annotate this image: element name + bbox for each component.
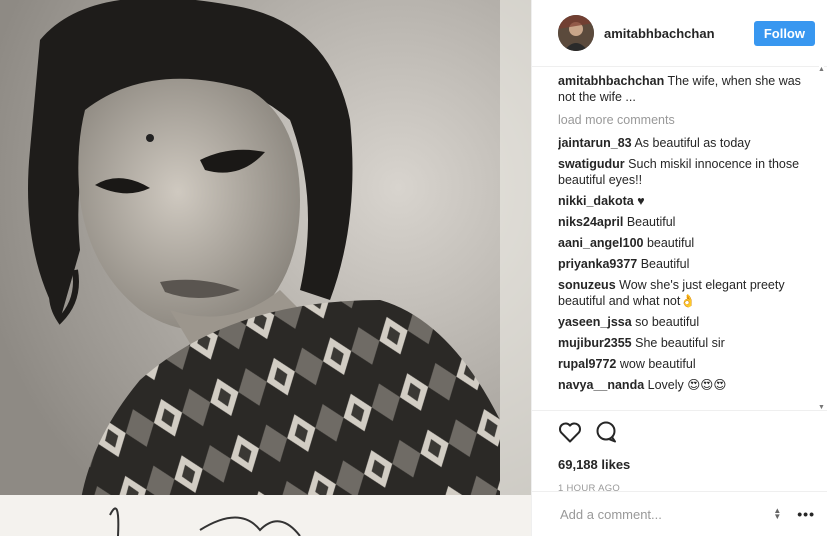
comment-icon[interactable] <box>594 421 618 445</box>
stepper-icon[interactable]: ▲ ▼ <box>771 507 783 521</box>
comment-username[interactable]: rupal9772 <box>558 357 616 371</box>
comment-username[interactable]: yaseen_jssa <box>558 315 632 329</box>
comment-text: Lovely 😍😍😍 <box>647 378 727 392</box>
comment-item: priyanka9377 Beautiful <box>558 256 809 272</box>
comment-username[interactable]: sonuzeus <box>558 278 616 292</box>
load-more-comments-link[interactable]: load more comments <box>558 112 809 128</box>
comment-text: She beautiful sir <box>635 336 725 350</box>
add-comment-input[interactable] <box>558 505 772 523</box>
comment-item: yaseen_jssa so beautiful <box>558 314 809 330</box>
caption: amitabhbachchan The wife, when she was n… <box>558 73 809 105</box>
comment-item: sonuzeus Wow she's just elegant preety b… <box>558 277 809 309</box>
comment-item: mujibur2355 She beautiful sir <box>558 335 809 351</box>
caption-username[interactable]: amitabhbachchan <box>558 74 664 88</box>
comment-username[interactable]: swatigudur <box>558 157 625 171</box>
more-options-icon[interactable]: ••• <box>797 506 815 522</box>
post-header: amitabhbachchan Follow <box>532 0 827 67</box>
comment-item: nikki_dakota ♥ <box>558 193 809 209</box>
avatar[interactable] <box>558 15 594 51</box>
comments-scrollbar[interactable]: ▲ ▼ <box>818 66 825 411</box>
comment-item: niks24april Beautiful <box>558 214 809 230</box>
heart-icon[interactable] <box>558 421 582 445</box>
comment-text: beautiful <box>646 236 695 250</box>
add-comment-bar: ▲▼ ••• <box>532 491 827 536</box>
comment-item: jaintarun_83 As beautiful as today <box>558 135 809 151</box>
actions-bar: 69,188 likes 1 HOUR AGO <box>532 410 827 494</box>
comment-username[interactable]: mujibur2355 <box>558 336 632 350</box>
comment-text: wow beautiful <box>619 357 696 371</box>
comment-username[interactable]: nikki_dakota <box>558 194 634 208</box>
header-username[interactable]: amitabhbachchan <box>604 26 754 41</box>
comment-text: ♥ <box>637 194 645 208</box>
comment-item: rupal9772 wow beautiful <box>558 356 809 372</box>
vintage-portrait-image <box>0 0 531 536</box>
comment-item: navya__nanda Lovely 😍😍😍 <box>558 377 809 393</box>
comment-text: Beautiful <box>640 257 690 271</box>
comment-username[interactable]: navya__nanda <box>558 378 644 392</box>
comment-text: As beautiful as today <box>634 136 751 150</box>
comment-username[interactable]: niks24april <box>558 215 623 229</box>
comment-text: so beautiful <box>635 315 700 329</box>
comments-list[interactable]: amitabhbachchan The wife, when she was n… <box>558 73 809 411</box>
comment-text: Beautiful <box>626 215 676 229</box>
post-sidebar: amitabhbachchan Follow amitabhbachchan T… <box>531 0 827 536</box>
comment-username[interactable]: aani_angel100 <box>558 236 643 250</box>
comment-item: aani_angel100 beautiful <box>558 235 809 251</box>
post-photo[interactable] <box>0 0 531 536</box>
instagram-post: amitabhbachchan Follow amitabhbachchan T… <box>0 0 827 536</box>
comment-item: swatigudur Such miskil innocence in thos… <box>558 156 809 188</box>
comment-username[interactable]: priyanka9377 <box>558 257 637 271</box>
follow-button[interactable]: Follow <box>753 20 815 46</box>
comment-username[interactable]: jaintarun_83 <box>558 136 632 150</box>
likes-count[interactable]: 69,188 likes <box>558 457 801 472</box>
scroll-up-icon[interactable]: ▲ <box>818 66 825 73</box>
